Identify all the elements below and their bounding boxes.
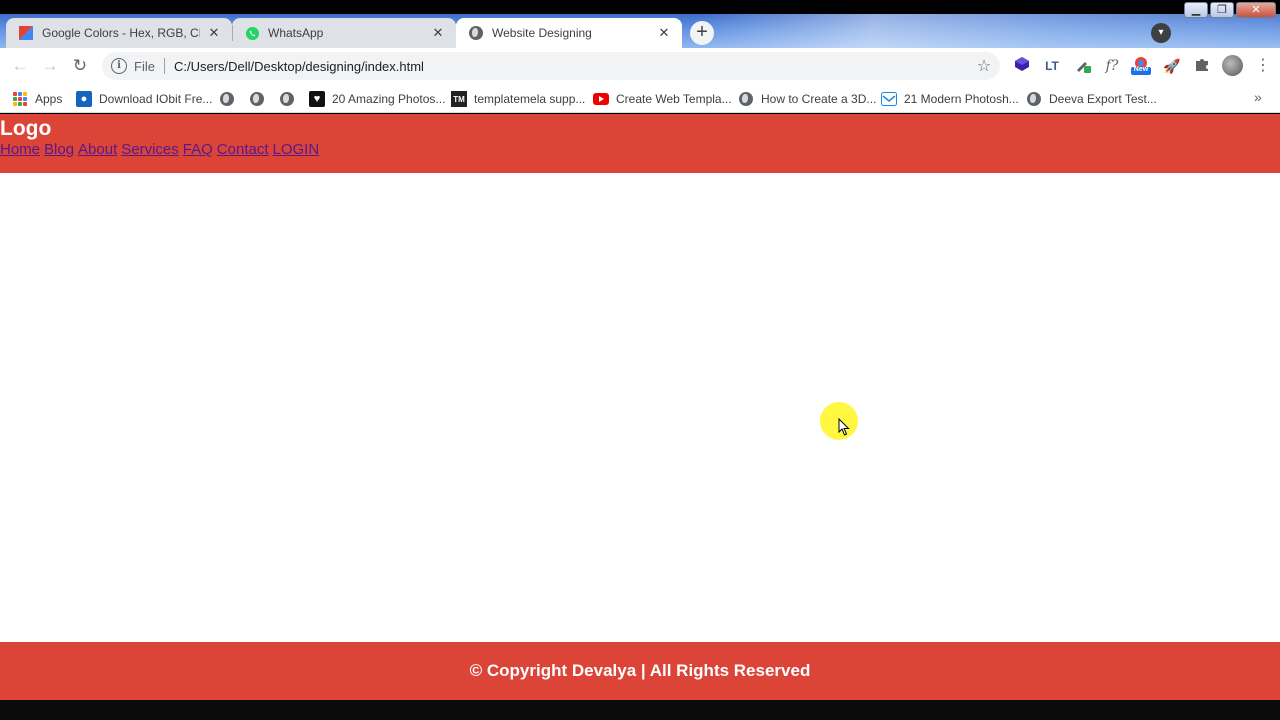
nav-link-about[interactable]: About: [78, 141, 117, 158]
tab-strip: Google Colors - Hex, RGB, CMYK ✕ WhatsAp…: [0, 14, 1280, 48]
bookmark-item[interactable]: TM templatemela supp...: [451, 89, 585, 109]
tab-title: Website Designing: [492, 26, 592, 40]
site-nav: Home Blog About Services FAQ Contact LOG…: [0, 141, 319, 158]
minimize-button[interactable]: ▁: [1184, 2, 1208, 18]
nav-link-login[interactable]: LOGIN: [273, 141, 320, 158]
bookmark-item[interactable]: [219, 89, 242, 109]
bookmark-item[interactable]: [279, 89, 302, 109]
mail-icon: [881, 91, 897, 107]
copyright-text: © Copyright Devalya | All Rights Reserve…: [469, 661, 811, 680]
tab-whatsapp[interactable]: WhatsApp ✕: [232, 18, 456, 48]
tab-close-button[interactable]: ✕: [656, 25, 672, 41]
bookmark-label: 21 Modern Photosh...: [904, 92, 1019, 106]
page-viewport: Logo Home Blog About Services FAQ Contac…: [0, 114, 1280, 700]
nav-link-home[interactable]: Home: [0, 141, 40, 158]
new-badge: New: [1133, 66, 1149, 73]
bookmark-item[interactable]: Create Web Templa...: [593, 89, 732, 109]
bookmark-star-icon[interactable]: ☆: [974, 56, 994, 76]
browser-toolbar: ← → ↻ i File C:/Users/Dell/Desktop/desig…: [0, 48, 1280, 84]
globe-icon: [249, 91, 265, 107]
bookmark-item[interactable]: Deeva Export Test...: [1026, 89, 1157, 109]
bookmark-item[interactable]: [249, 89, 272, 109]
tab-close-button[interactable]: ✕: [430, 25, 446, 41]
bookmark-item[interactable]: 21 Modern Photosh...: [881, 89, 1019, 109]
cursor-arrow-icon: [838, 418, 850, 436]
tab-google-colors[interactable]: Google Colors - Hex, RGB, CMYK ✕: [6, 18, 232, 48]
nav-link-faq[interactable]: FAQ: [183, 141, 213, 158]
reload-button[interactable]: ↻: [69, 55, 91, 77]
globe-icon: [1026, 91, 1042, 107]
google-colors-icon: [18, 25, 34, 41]
close-window-button[interactable]: ✕: [1236, 2, 1276, 18]
bookmark-apps[interactable]: Apps: [12, 89, 62, 109]
bookmark-label: Download IObit Fre...: [99, 92, 213, 106]
tab-divider: [232, 25, 233, 41]
extensions-puzzle-icon[interactable]: [1192, 56, 1212, 76]
extension-cube-icon[interactable]: [1012, 56, 1032, 76]
whatsapp-icon: [244, 25, 260, 41]
nav-link-blog[interactable]: Blog: [44, 141, 74, 158]
bookmarks-bar: Apps ● Download IObit Fre... ♥ 20 Amazin…: [0, 84, 1280, 113]
globe-icon: [468, 25, 484, 41]
extension-new-icon[interactable]: New: [1131, 56, 1151, 76]
site-footer: © Copyright Devalya | All Rights Reserve…: [0, 642, 1280, 700]
bookmark-item[interactable]: How to Create a 3D...: [738, 89, 876, 109]
bookmark-label: Create Web Templa...: [616, 92, 732, 106]
site-header: Logo Home Blog About Services FAQ Contac…: [0, 114, 1280, 173]
maximize-button[interactable]: ❐: [1210, 2, 1234, 18]
bookmark-label: Deeva Export Test...: [1049, 92, 1157, 106]
forward-button[interactable]: →: [39, 55, 61, 77]
youtube-icon: [593, 91, 609, 107]
bookmark-label: How to Create a 3D...: [761, 92, 877, 106]
tab-title: Google Colors - Hex, RGB, CMYK: [42, 26, 200, 40]
profile-avatar[interactable]: [1222, 55, 1243, 76]
back-button[interactable]: ←: [9, 55, 31, 77]
globe-icon: [738, 91, 754, 107]
extension-rocket-icon[interactable]: 🚀: [1162, 56, 1182, 76]
window-controls: ▁ ❐ ✕: [1184, 2, 1276, 20]
tab-title: WhatsApp: [268, 26, 324, 40]
browser-window: Google Colors - Hex, RGB, CMYK ✕ WhatsAp…: [0, 0, 1280, 720]
extension-font-icon[interactable]: f?: [1102, 56, 1122, 76]
url-text[interactable]: C:/Users/Dell/Desktop/designing/index.ht…: [174, 59, 974, 74]
tab-close-button[interactable]: ✕: [206, 25, 222, 41]
more-bookmarks-icon[interactable]: »: [1254, 89, 1262, 105]
mouse-cursor-highlight: [820, 402, 858, 440]
bookmark-label: Apps: [35, 92, 63, 106]
tab-search-dropdown-icon[interactable]: ▾: [1151, 23, 1171, 43]
templatemela-icon: TM: [451, 91, 467, 107]
nav-link-contact[interactable]: Contact: [217, 141, 269, 158]
bookmark-label: templatemela supp...: [474, 92, 586, 106]
new-tab-button[interactable]: +: [690, 21, 714, 45]
scheme-label: File: [134, 58, 155, 74]
address-bar[interactable]: i File C:/Users/Dell/Desktop/designing/i…: [102, 52, 1000, 80]
site-logo: Logo: [0, 117, 52, 140]
globe-icon: [279, 91, 295, 107]
iobit-icon: ●: [76, 91, 92, 107]
globe-icon: [219, 91, 235, 107]
nav-link-services[interactable]: Services: [121, 141, 179, 158]
tab-website-designing[interactable]: Website Designing ✕: [456, 18, 682, 48]
omnibox-divider: [163, 58, 165, 74]
taskbar-edge: [0, 700, 1280, 720]
bookmark-item[interactable]: ● Download IObit Fre...: [76, 89, 212, 109]
browser-menu-icon[interactable]: ⋮: [1255, 55, 1271, 77]
bookmark-label: 20 Amazing Photos...: [332, 92, 446, 106]
info-icon[interactable]: i: [111, 58, 127, 74]
apps-grid-icon: [12, 91, 28, 107]
bookmark-site-icon: ♥: [309, 91, 325, 107]
extension-eyedropper-icon[interactable]: [1073, 56, 1093, 76]
bookmark-item[interactable]: ♥ 20 Amazing Photos...: [309, 89, 445, 109]
extension-lt-icon[interactable]: LT: [1042, 56, 1062, 76]
